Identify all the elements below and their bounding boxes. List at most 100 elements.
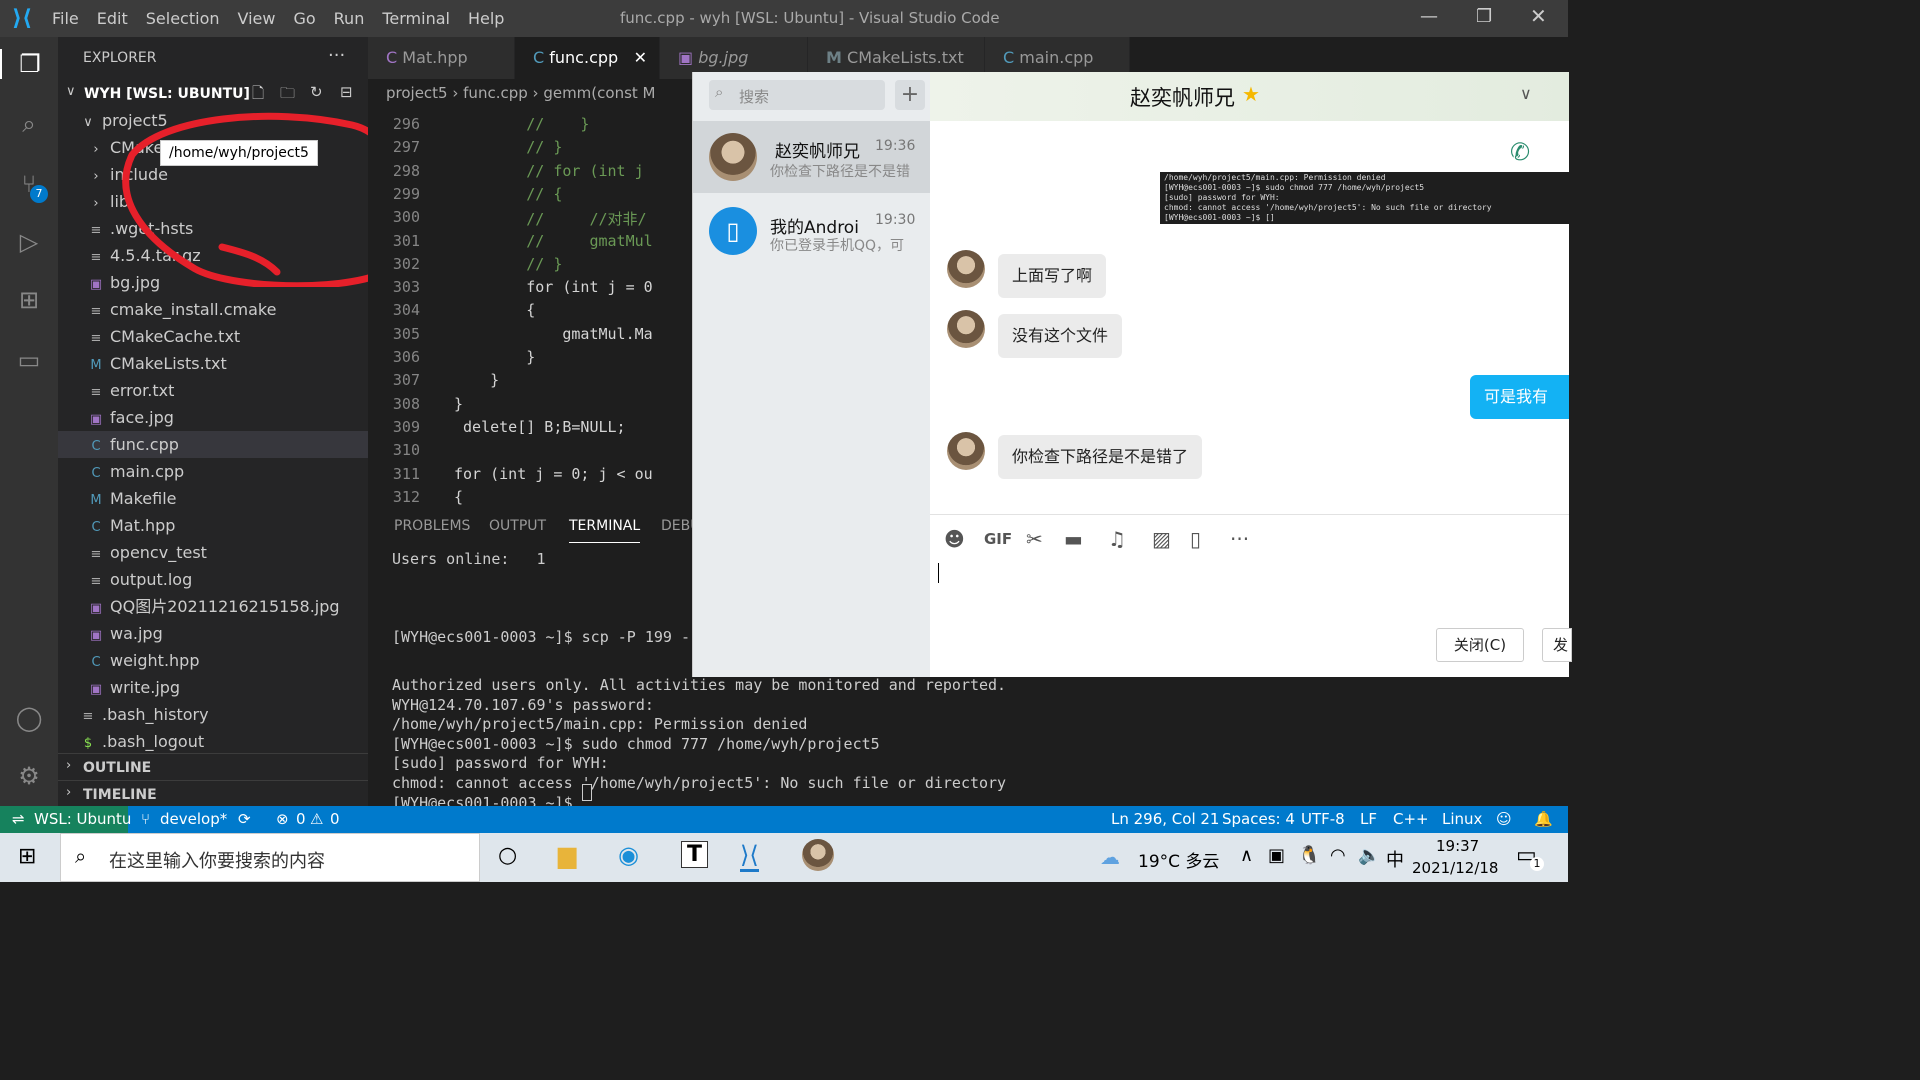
menu-run[interactable]: Run bbox=[334, 9, 365, 28]
file-tree-item[interactable]: ≡ .bash_history bbox=[58, 701, 368, 728]
file-tree-item[interactable]: $ .bash_logout bbox=[58, 728, 368, 755]
music-icon[interactable]: ♫ bbox=[1108, 527, 1126, 551]
clock-time[interactable]: 19:37 bbox=[1436, 837, 1479, 855]
file-tree-item[interactable]: M CMakeLists.txt bbox=[58, 350, 368, 377]
file-tree-item[interactable]: ≡ error.txt bbox=[58, 377, 368, 404]
chevron-down-icon[interactable]: ∨ bbox=[1520, 84, 1532, 103]
tab-func-cpp[interactable]: C func.cpp ✕ bbox=[515, 37, 660, 79]
chat-contact-name[interactable]: 赵奕帆师兄 bbox=[1130, 82, 1235, 112]
menu-file[interactable]: File bbox=[52, 9, 79, 28]
wifi-icon[interactable]: ◠ bbox=[1330, 845, 1346, 866]
file-tree-item[interactable]: Cmain.cpp bbox=[58, 458, 368, 485]
tab-terminal[interactable]: TERMINAL bbox=[569, 518, 641, 543]
remote-label[interactable]: WSL: Ubuntu bbox=[34, 810, 131, 828]
breadcrumb-file[interactable]: func.cpp bbox=[463, 84, 528, 102]
menu-terminal[interactable]: Terminal bbox=[382, 9, 450, 28]
breadcrumb-symbol[interactable]: gemm(const M bbox=[543, 84, 655, 102]
weather-text[interactable]: 19°C 多云 bbox=[1138, 847, 1219, 872]
code-editor[interactable]: project5 › func.cpp › gemm(const M 296 /… bbox=[368, 79, 692, 506]
file-explorer-icon[interactable]: ▆ bbox=[558, 841, 576, 869]
menu-view[interactable]: View bbox=[238, 9, 276, 28]
menu-go[interactable]: Go bbox=[293, 9, 315, 28]
qq-tray-icon[interactable]: 🐧 bbox=[1298, 845, 1320, 866]
file-tree-item[interactable]: ≡ CMakeCache.txt bbox=[58, 323, 368, 350]
menu-help[interactable]: Help bbox=[468, 9, 504, 28]
file-tree-item[interactable]: M Makefile bbox=[58, 485, 368, 512]
typora-icon[interactable]: T bbox=[681, 841, 709, 868]
cursor-position[interactable]: Ln 296, Col 21 bbox=[1111, 810, 1219, 828]
shared-screenshot[interactable]: /home/wyh/project5/main.cpp: Permission … bbox=[1160, 172, 1580, 224]
settings-gear-icon[interactable]: ⚙ bbox=[14, 761, 44, 791]
tab-problems[interactable]: PROBLEMS bbox=[394, 518, 470, 534]
screen-shake-icon[interactable]: ▯ bbox=[1190, 527, 1201, 551]
folder-icon[interactable]: ▬ bbox=[1064, 527, 1083, 551]
image-icon[interactable]: ▨ bbox=[1152, 527, 1171, 551]
gif-icon[interactable]: GIF bbox=[984, 530, 1012, 548]
task-view-icon[interactable]: ○ bbox=[498, 843, 517, 868]
tab-output[interactable]: OUTPUT bbox=[489, 518, 546, 534]
tab-mat-hpp[interactable]: C Mat.hpp bbox=[368, 37, 515, 79]
file-tree-item[interactable]: ▣ write.jpg bbox=[58, 674, 368, 701]
close-chat-button[interactable]: 关闭(C) bbox=[1436, 628, 1524, 662]
code-line: // for (int j bbox=[454, 161, 644, 180]
add-button[interactable]: + bbox=[895, 80, 925, 110]
bell-icon[interactable]: 🔔 bbox=[1534, 810, 1553, 828]
file-tree-item[interactable]: Cfunc.cpp bbox=[58, 431, 368, 458]
tab-close-icon[interactable]: ✕ bbox=[634, 37, 647, 79]
menu-selection[interactable]: Selection bbox=[146, 9, 220, 28]
ime-indicator[interactable]: 中 bbox=[1386, 846, 1404, 872]
account-icon[interactable]: ◯ bbox=[14, 703, 44, 733]
close-icon[interactable]: ✕ bbox=[1530, 4, 1547, 28]
cmake-file-icon: M bbox=[90, 358, 102, 373]
file-tree-item[interactable]: ▣ wa.jpg bbox=[58, 620, 368, 647]
volume-icon[interactable]: 🔈 bbox=[1358, 845, 1380, 866]
qq-taskbar-icon[interactable] bbox=[802, 839, 834, 871]
sync-icon[interactable]: ⟳ bbox=[238, 810, 251, 828]
language-mode[interactable]: C++ bbox=[1393, 810, 1429, 828]
file-tree-item[interactable]: ▣ QQ图片20211216215158.jpg bbox=[58, 593, 368, 620]
run-debug-icon[interactable]: ▷ bbox=[14, 227, 44, 257]
tray-app-icon[interactable]: ▣ bbox=[1268, 845, 1285, 866]
scissors-icon[interactable]: ✂ bbox=[1026, 527, 1043, 551]
contact-item[interactable]: 赵奕帆师兄 19:36 你检查下路径是不是错 bbox=[693, 121, 930, 193]
file-tree-item[interactable]: ≡ cmake_install.cmake bbox=[58, 296, 368, 323]
indentation[interactable]: Spaces: 4 bbox=[1222, 810, 1295, 828]
vscode-taskbar-icon[interactable]: ⟩⟨ bbox=[740, 841, 759, 872]
search-icon[interactable]: ⌕ bbox=[14, 109, 44, 139]
file-tree-item[interactable]: ≡ output.log bbox=[58, 566, 368, 593]
remote-explorer-icon[interactable]: ▭ bbox=[14, 345, 44, 375]
timeline-section[interactable]: › TIMELINE bbox=[58, 780, 368, 806]
emoji-icon[interactable]: ☻ bbox=[944, 527, 965, 551]
outline-section[interactable]: › OUTLINE bbox=[58, 753, 368, 779]
windows-start-icon[interactable]: ⊞ bbox=[18, 844, 36, 869]
contact-item[interactable]: ▯ 我的Androi 19:30 你已登录手机QQ，可 bbox=[693, 193, 930, 267]
file-tree-item[interactable]: ≡ opencv_test bbox=[58, 539, 368, 566]
menu-edit[interactable]: Edit bbox=[97, 9, 128, 28]
taskbar-search-box[interactable]: ⌕ 在这里输入你要搜索的内容 bbox=[60, 833, 480, 882]
encoding[interactable]: UTF-8 bbox=[1301, 810, 1345, 828]
extensions-icon[interactable]: ⊞ bbox=[14, 285, 44, 315]
feedback-icon[interactable]: ☺ bbox=[1496, 810, 1512, 828]
more-icon[interactable]: ··· bbox=[1230, 527, 1249, 551]
file-tree-item[interactable]: ▣ face.jpg bbox=[58, 404, 368, 431]
warnings-count[interactable]: 0 bbox=[330, 810, 340, 828]
message-input[interactable] bbox=[930, 558, 1569, 618]
errors-count[interactable]: 0 bbox=[296, 810, 306, 828]
send-button[interactable]: 发 bbox=[1542, 628, 1572, 662]
eol[interactable]: LF bbox=[1360, 810, 1377, 828]
explorer-icon[interactable]: ❐ bbox=[0, 49, 58, 79]
qq-search-box[interactable]: ⌕ 搜索 bbox=[709, 80, 885, 110]
avatar bbox=[947, 432, 985, 470]
platform[interactable]: Linux bbox=[1442, 810, 1482, 828]
explorer-more-icon[interactable]: ··· bbox=[328, 45, 345, 66]
edge-icon[interactable]: ◉ bbox=[618, 841, 639, 869]
clock-date[interactable]: 2021/12/18 bbox=[1412, 859, 1498, 877]
minimize-icon[interactable]: — bbox=[1420, 6, 1438, 27]
file-tree-item[interactable]: C Mat.hpp bbox=[58, 512, 368, 539]
phone-call-icon[interactable]: ✆ bbox=[1510, 138, 1530, 166]
branch-label[interactable]: develop* bbox=[160, 810, 227, 828]
restore-icon[interactable]: ❐ bbox=[1476, 6, 1492, 27]
tray-chevron-icon[interactable]: ∧ bbox=[1240, 845, 1253, 866]
file-tree-item[interactable]: Cweight.hpp bbox=[58, 647, 368, 674]
breadcrumb-folder[interactable]: project5 bbox=[386, 84, 448, 102]
